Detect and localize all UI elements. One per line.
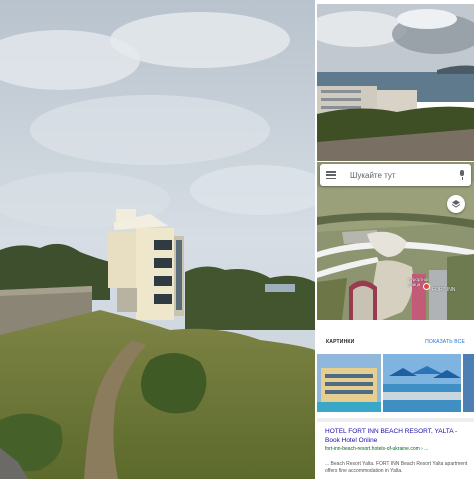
map-search-bar[interactable]: Шукайте тут [320,164,471,186]
image-results-strip [317,354,474,412]
hotel-hillside-photo [0,0,315,479]
layers-button[interactable] [447,195,465,213]
result-url: fort-inn-beach-resort.hotels-of-ukraine.… [325,446,429,452]
map-search-input[interactable]: Шукайте тут [350,171,459,180]
image-result[interactable] [317,354,381,412]
hotel-facade-thumbnail [317,354,381,412]
section-divider [317,418,474,422]
map-place-label[interactable]: FORT INN [432,287,455,293]
result-title-link[interactable]: HOTEL FORT INN BEACH RESORT, YALTA - Boo… [325,428,467,445]
show-all-link[interactable]: ПОКАЗАТЬ ВСЕ [425,339,465,345]
sea-view-photo[interactable] [317,4,474,161]
pool-umbrellas-thumbnail [383,354,461,412]
maps-screenshot[interactable]: Шукайте тут Курортная улица FORT INN [317,162,474,320]
layers-icon [451,200,461,208]
sea-view-image [317,4,474,161]
images-heading: КАРТИНКИ [326,339,355,345]
map-street-label: Курортная улица [408,277,430,287]
main-photo[interactable] [0,0,315,479]
images-section-header: КАРТИНКИ ПОКАЗАТЬ ВСЕ [317,336,474,348]
result-snippet: ... Beach Resort Yalta. FORT INN Beach R… [325,461,468,474]
image-result[interactable] [383,354,461,412]
microphone-icon[interactable] [459,170,465,180]
image-result[interactable] [463,354,474,412]
hamburger-menu-icon[interactable] [326,171,336,179]
partial-thumbnail [463,354,474,412]
search-results-screenshot[interactable]: КАРТИНКИ ПОКАЗАТЬ ВСЕ HOTEL FORT INN BEA… [317,322,474,479]
